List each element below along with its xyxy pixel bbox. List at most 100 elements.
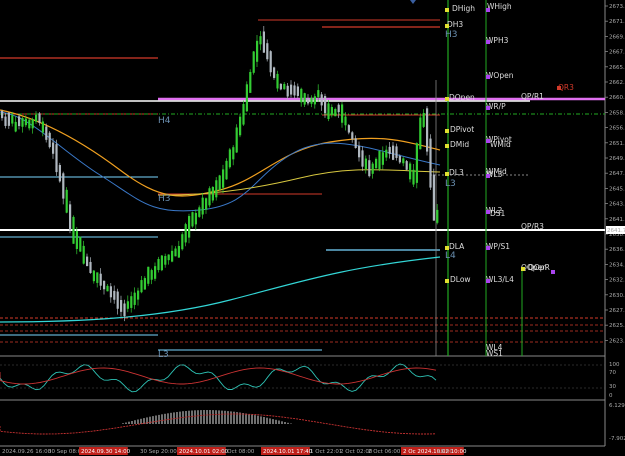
level-label: DOpen xyxy=(449,93,475,102)
candle-body xyxy=(21,117,24,127)
level-label: DPivot xyxy=(450,125,474,134)
candle-body xyxy=(130,296,133,308)
candle-body xyxy=(41,121,44,133)
candle-body xyxy=(252,51,255,73)
candle-body xyxy=(194,212,197,225)
candle-body xyxy=(31,119,34,129)
candle-body xyxy=(4,116,7,126)
level-marker xyxy=(486,139,490,143)
candle-body xyxy=(150,270,153,280)
candle-body xyxy=(38,113,41,123)
level-label: DMid xyxy=(450,140,469,149)
price-tick-label: 2634.485 xyxy=(609,262,625,268)
level-label: QOpR xyxy=(528,263,550,272)
candle-body xyxy=(62,173,65,199)
candle-body xyxy=(286,85,289,97)
candle-body xyxy=(385,149,388,158)
candle-body xyxy=(147,266,150,284)
candle-body xyxy=(205,198,208,210)
candle-body xyxy=(290,84,293,95)
price-tick-label: 2662.880 xyxy=(609,80,625,86)
price-tick-label: 2667.370 xyxy=(609,50,625,56)
oscillator-panes xyxy=(0,363,605,435)
candle-body xyxy=(249,71,252,93)
time-label: 2 Oc 2024.10.02 10:00 xyxy=(403,449,467,455)
candle-body xyxy=(116,291,119,309)
candle-body xyxy=(96,272,99,283)
candle-body xyxy=(412,169,415,185)
candle-body xyxy=(143,278,146,290)
level-label: L4 xyxy=(445,251,456,261)
candle-body xyxy=(436,209,439,223)
candle-body xyxy=(55,144,58,173)
candle-body xyxy=(1,111,4,119)
level-label: QP/R1 xyxy=(521,92,544,101)
candle-body xyxy=(368,160,371,177)
candle-body xyxy=(65,189,68,213)
candle-body xyxy=(415,143,418,183)
candle-body xyxy=(347,125,350,133)
level-marker xyxy=(551,270,555,274)
candle-body xyxy=(174,248,177,257)
price-tick-label: 2665.030 xyxy=(609,65,625,71)
candle-body xyxy=(103,280,106,290)
candle-body xyxy=(24,118,27,126)
level-marker xyxy=(445,279,449,283)
candle-body xyxy=(307,98,310,104)
candle-body xyxy=(211,186,214,201)
level-label: H3 xyxy=(158,194,171,204)
candle-body xyxy=(256,40,259,62)
level-label: QP/R3 xyxy=(521,222,544,231)
level-marker xyxy=(486,8,490,12)
candle-body xyxy=(181,234,184,250)
candle-body xyxy=(191,212,194,227)
candle-body xyxy=(395,146,398,158)
candle-body xyxy=(330,107,333,116)
candle-body xyxy=(279,83,282,90)
level-marker xyxy=(486,106,490,110)
candle-body xyxy=(235,127,238,153)
price-tick-label: 2623.625 xyxy=(609,338,625,344)
candle-body xyxy=(262,31,265,53)
candle-body xyxy=(276,73,279,89)
candle-body xyxy=(371,163,374,174)
candle-body xyxy=(351,132,354,140)
candle-body xyxy=(354,138,357,149)
candle-body xyxy=(28,119,31,129)
price-tick-label: 2660.670 xyxy=(609,95,625,101)
price-chart[interactable]: DHigh WHighDH3H3WPH3WOpenQR3QP/R1DOpenWR/… xyxy=(0,0,625,456)
candle-body xyxy=(154,266,157,279)
level-marker xyxy=(486,246,490,250)
candle-body xyxy=(215,180,218,198)
time-label: 1 Oct 08:00 xyxy=(222,449,255,455)
level-label: DLA xyxy=(449,242,465,251)
candle-body xyxy=(398,155,401,163)
candle-body xyxy=(242,104,245,125)
level-marker xyxy=(557,86,561,90)
time-label: 18:00 xyxy=(437,449,453,455)
candle-body xyxy=(188,216,191,238)
candle-body xyxy=(140,280,143,293)
candle-body xyxy=(160,255,163,271)
candle-body xyxy=(426,108,429,152)
candle-body xyxy=(69,204,72,231)
level-label: DL3 xyxy=(449,168,464,177)
time-label: 2024.09.26 16:00 xyxy=(2,449,52,455)
candle-body xyxy=(327,103,330,120)
candle-body xyxy=(388,146,391,154)
candle-body xyxy=(79,236,82,252)
time-label: 2024.09.30 14:00 xyxy=(81,449,131,455)
price-tick-label: 2641.795 xyxy=(609,217,625,223)
time-label: 2024.10.01 17:40 xyxy=(263,449,313,455)
candle-body xyxy=(405,161,408,170)
candle-body xyxy=(86,256,89,267)
price-tick-label: 2625.775 xyxy=(609,323,625,329)
level-label: WHigh xyxy=(487,2,512,11)
candle-body xyxy=(392,145,395,160)
candle-body xyxy=(344,116,347,126)
candle-body xyxy=(296,86,299,96)
candle-body xyxy=(198,207,201,217)
level-marker xyxy=(445,172,449,176)
current-price-label: 2641.795 xyxy=(607,228,625,234)
candle-body xyxy=(113,290,116,300)
